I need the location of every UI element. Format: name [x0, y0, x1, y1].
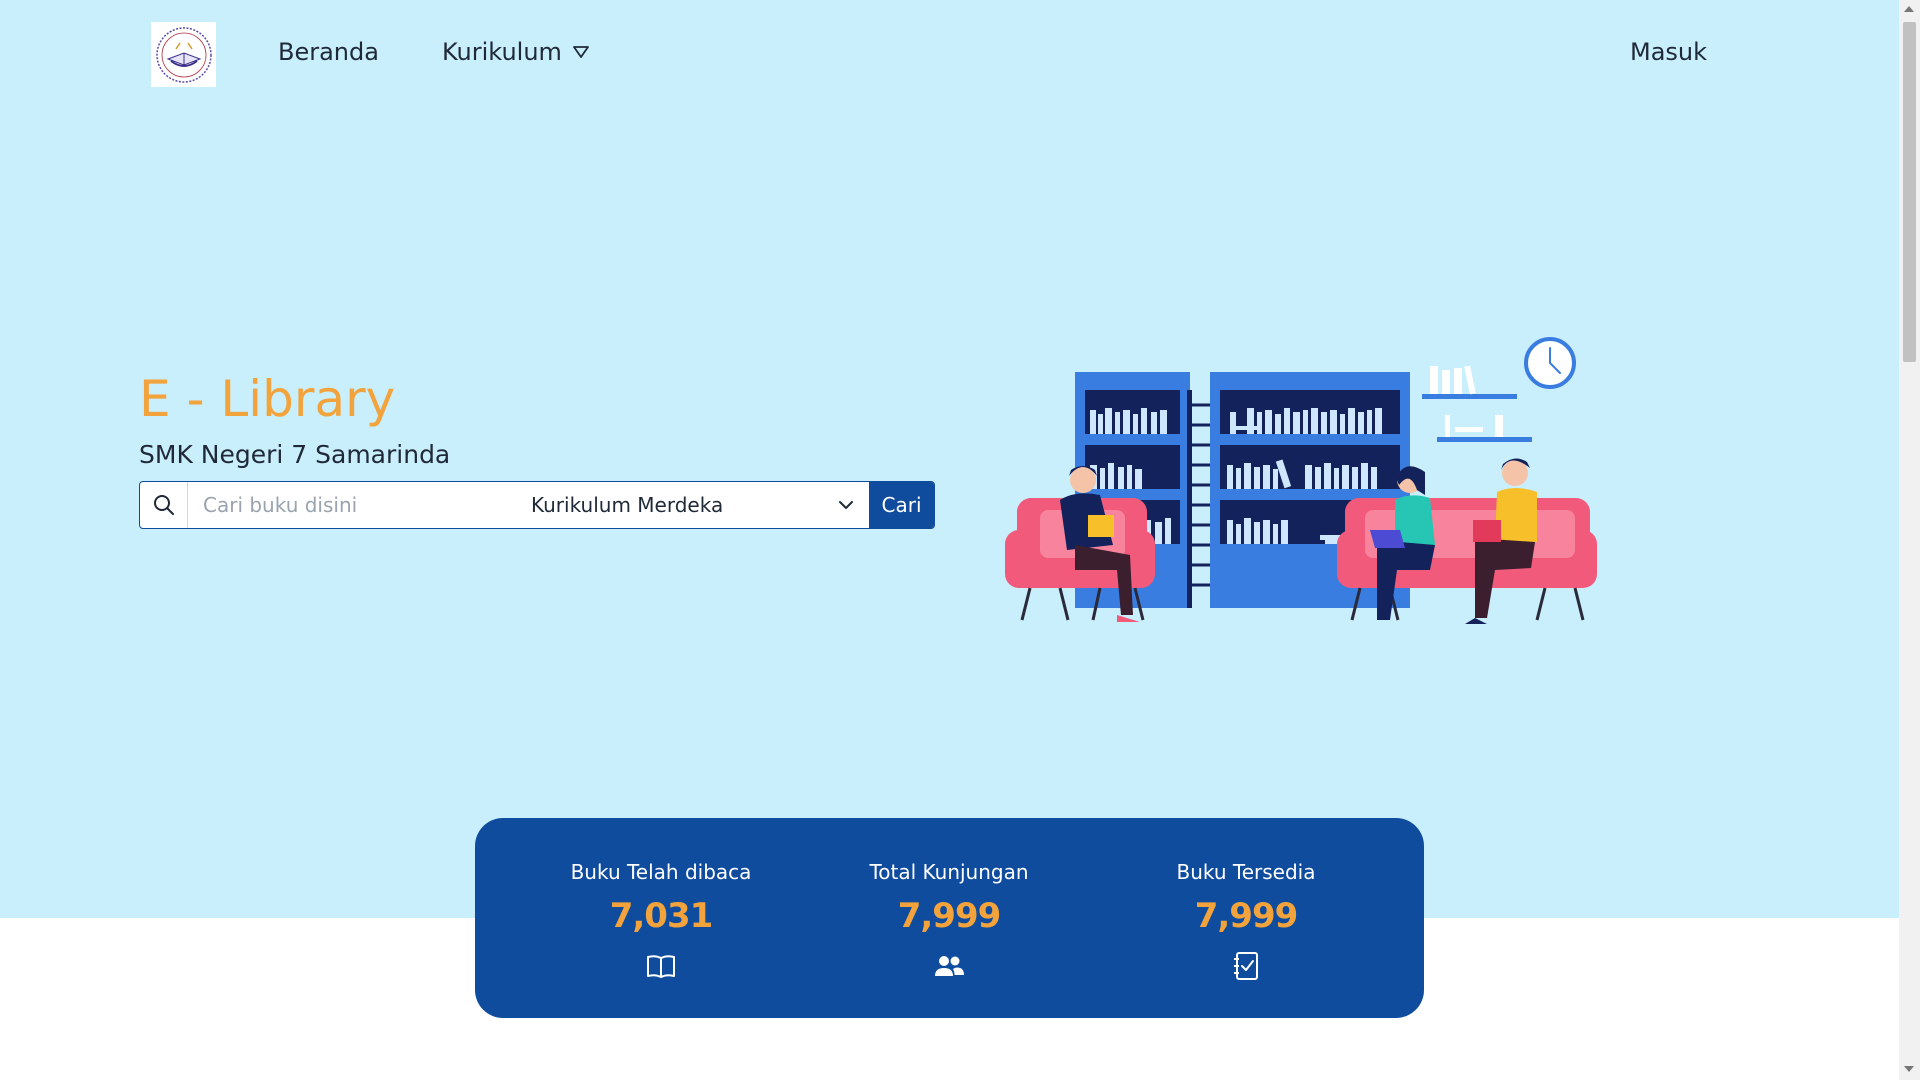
login-link[interactable]: Masuk — [1630, 38, 1707, 66]
nav-curriculum-dropdown[interactable]: Kurikulum — [442, 38, 590, 66]
users-icon — [935, 956, 964, 976]
open-book-icon — [647, 955, 675, 978]
search-input[interactable] — [188, 482, 531, 528]
school-name: SMK Negeri 7 Samarinda — [139, 440, 451, 469]
logo-icon — [155, 26, 212, 83]
chevron-down-icon — [839, 501, 853, 509]
school-logo[interactable] — [151, 22, 216, 87]
scroll-thumb[interactable] — [1903, 22, 1916, 362]
stat-books-read-value: 7,031 — [609, 896, 714, 936]
stat-total-visits-label: Total Kunjungan — [869, 860, 1029, 884]
nav-home-label: Beranda — [278, 38, 379, 66]
curriculum-select-value: Kurikulum Merdeka — [531, 493, 724, 517]
stat-books-available: Buku Tersedia 7,999 — [1116, 860, 1376, 982]
stat-total-visits-value: 7,999 — [897, 896, 1002, 936]
nav-curriculum-label: Kurikulum — [442, 38, 562, 66]
scroll-up-icon[interactable] — [1904, 6, 1914, 12]
stat-books-available-label: Buku Tersedia — [1176, 860, 1316, 884]
nav-home-link[interactable]: Beranda — [278, 38, 379, 66]
curriculum-select[interactable]: Kurikulum Merdeka — [531, 482, 869, 528]
triangle-down-icon — [573, 46, 589, 58]
scroll-down-icon[interactable] — [1904, 1066, 1914, 1072]
stat-total-visits: Total Kunjungan 7,999 — [819, 860, 1079, 982]
page-scrollbar[interactable] — [1899, 0, 1920, 1080]
search-button[interactable]: Cari — [869, 482, 934, 528]
login-label: Masuk — [1630, 38, 1708, 66]
stat-books-read-label: Buku Telah dibaca — [570, 860, 752, 884]
page-title: E - Library — [139, 370, 396, 428]
stat-books-read: Buku Telah dibaca 7,031 — [531, 860, 791, 982]
checklist-notebook-icon — [1234, 952, 1258, 980]
search-icon-box — [140, 482, 188, 528]
stats-card: Buku Telah dibaca 7,031 Total Kunjungan … — [475, 818, 1424, 1018]
search-icon — [153, 495, 174, 515]
search-form: Kurikulum Merdeka Cari — [139, 481, 935, 529]
library-illustration — [1005, 337, 1597, 624]
stat-books-available-value: 7,999 — [1194, 896, 1299, 936]
